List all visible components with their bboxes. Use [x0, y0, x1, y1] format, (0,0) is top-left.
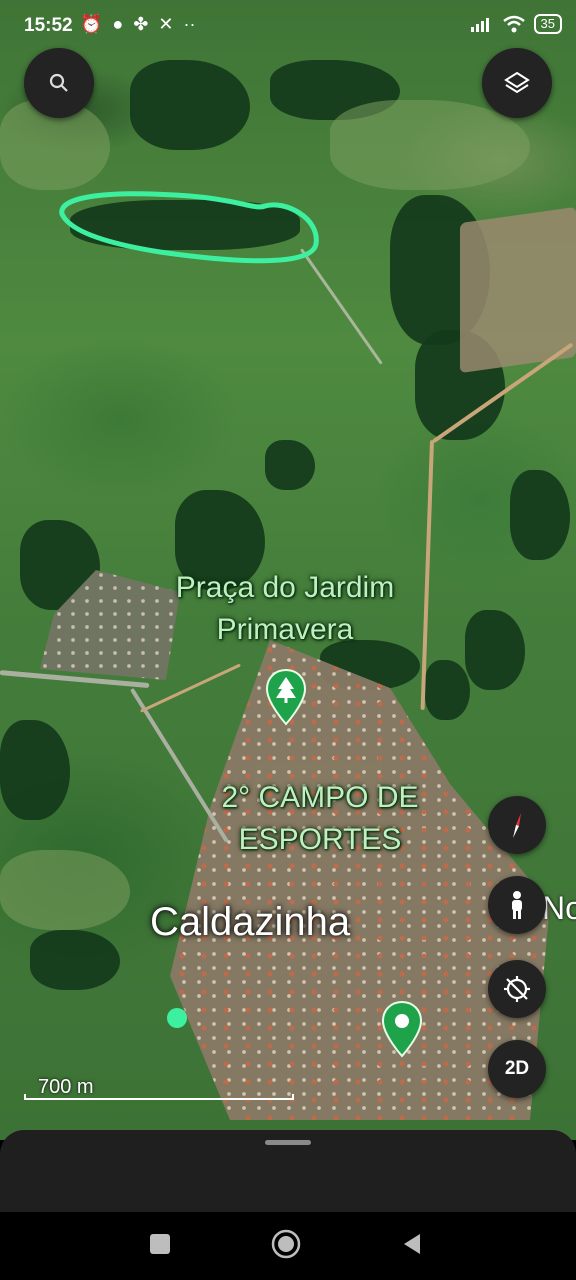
- layers-icon: [504, 71, 530, 94]
- status-time: 15:52: [24, 15, 73, 36]
- wifi-icon: [502, 15, 525, 33]
- layers-button[interactable]: [482, 48, 552, 118]
- pinwheel-icon: ✤: [133, 14, 149, 34]
- sports-field-label-line1: 2° CAMPO DE: [221, 781, 419, 814]
- person-icon: [512, 891, 522, 919]
- alarm-icon: ⏰: [80, 14, 103, 34]
- battery-level: 35: [540, 16, 555, 31]
- x-app-icon: ✕: [158, 14, 174, 34]
- view-mode-label: 2D: [504, 1058, 530, 1079]
- my-location-button[interactable]: [488, 960, 546, 1018]
- signal-icon: [470, 18, 489, 32]
- system-icons: 35: [470, 14, 562, 34]
- plaza-label-line2: Primavera: [216, 613, 354, 646]
- sheet-grabber[interactable]: [265, 1140, 311, 1145]
- location-dot[interactable]: [167, 1008, 187, 1028]
- recent-apps-button[interactable]: [148, 1232, 172, 1256]
- chat-bubble-icon: ●: [112, 14, 124, 34]
- battery-icon: 35: [533, 14, 562, 34]
- home-circle-icon: [271, 1229, 301, 1259]
- sports-field-label-line2: ESPORTES: [238, 823, 402, 856]
- sports-field-label: 2° CAMPO DE ESPORTES: [180, 780, 460, 858]
- plaza-label: Praça do Jardim Primavera: [130, 570, 440, 648]
- place-pin-icon[interactable]: [381, 1000, 423, 1058]
- search-button[interactable]: [24, 48, 94, 118]
- city-label: Caldazinha: [150, 900, 351, 944]
- more-dots-icon: ··: [183, 14, 196, 34]
- navigation-bar: [0, 1212, 576, 1280]
- view-mode-button[interactable]: 2D: [488, 1040, 546, 1098]
- satellite-map[interactable]: Praça do Jardim Primavera 2° CAMPO DE ES…: [0, 0, 576, 1140]
- bottom-sheet[interactable]: [0, 1130, 576, 1212]
- scale-line: [24, 1094, 294, 1100]
- park-pin-icon[interactable]: [265, 668, 307, 726]
- home-button[interactable]: [270, 1228, 302, 1260]
- partial-place-label: No: [542, 890, 576, 926]
- back-triangle-icon: [404, 1234, 420, 1254]
- search-icon: [49, 73, 68, 92]
- back-button[interactable]: [400, 1232, 424, 1256]
- screen: Praça do Jardim Primavera 2° CAMPO DE ES…: [0, 0, 576, 1280]
- scale-bar: 700 m: [24, 1076, 294, 1100]
- status-bar: 15:52 ⏰ ● ✤ ✕ ·· 35: [0, 0, 576, 52]
- street-view-button[interactable]: [488, 876, 546, 934]
- compass-button[interactable]: [488, 796, 546, 854]
- location-off-icon: [504, 976, 530, 1002]
- plaza-label-line1: Praça do Jardim: [175, 571, 395, 604]
- square-icon: [150, 1234, 170, 1254]
- compass-icon: [513, 813, 521, 838]
- notification-icons: ⏰ ● ✤ ✕ ··: [80, 14, 195, 35]
